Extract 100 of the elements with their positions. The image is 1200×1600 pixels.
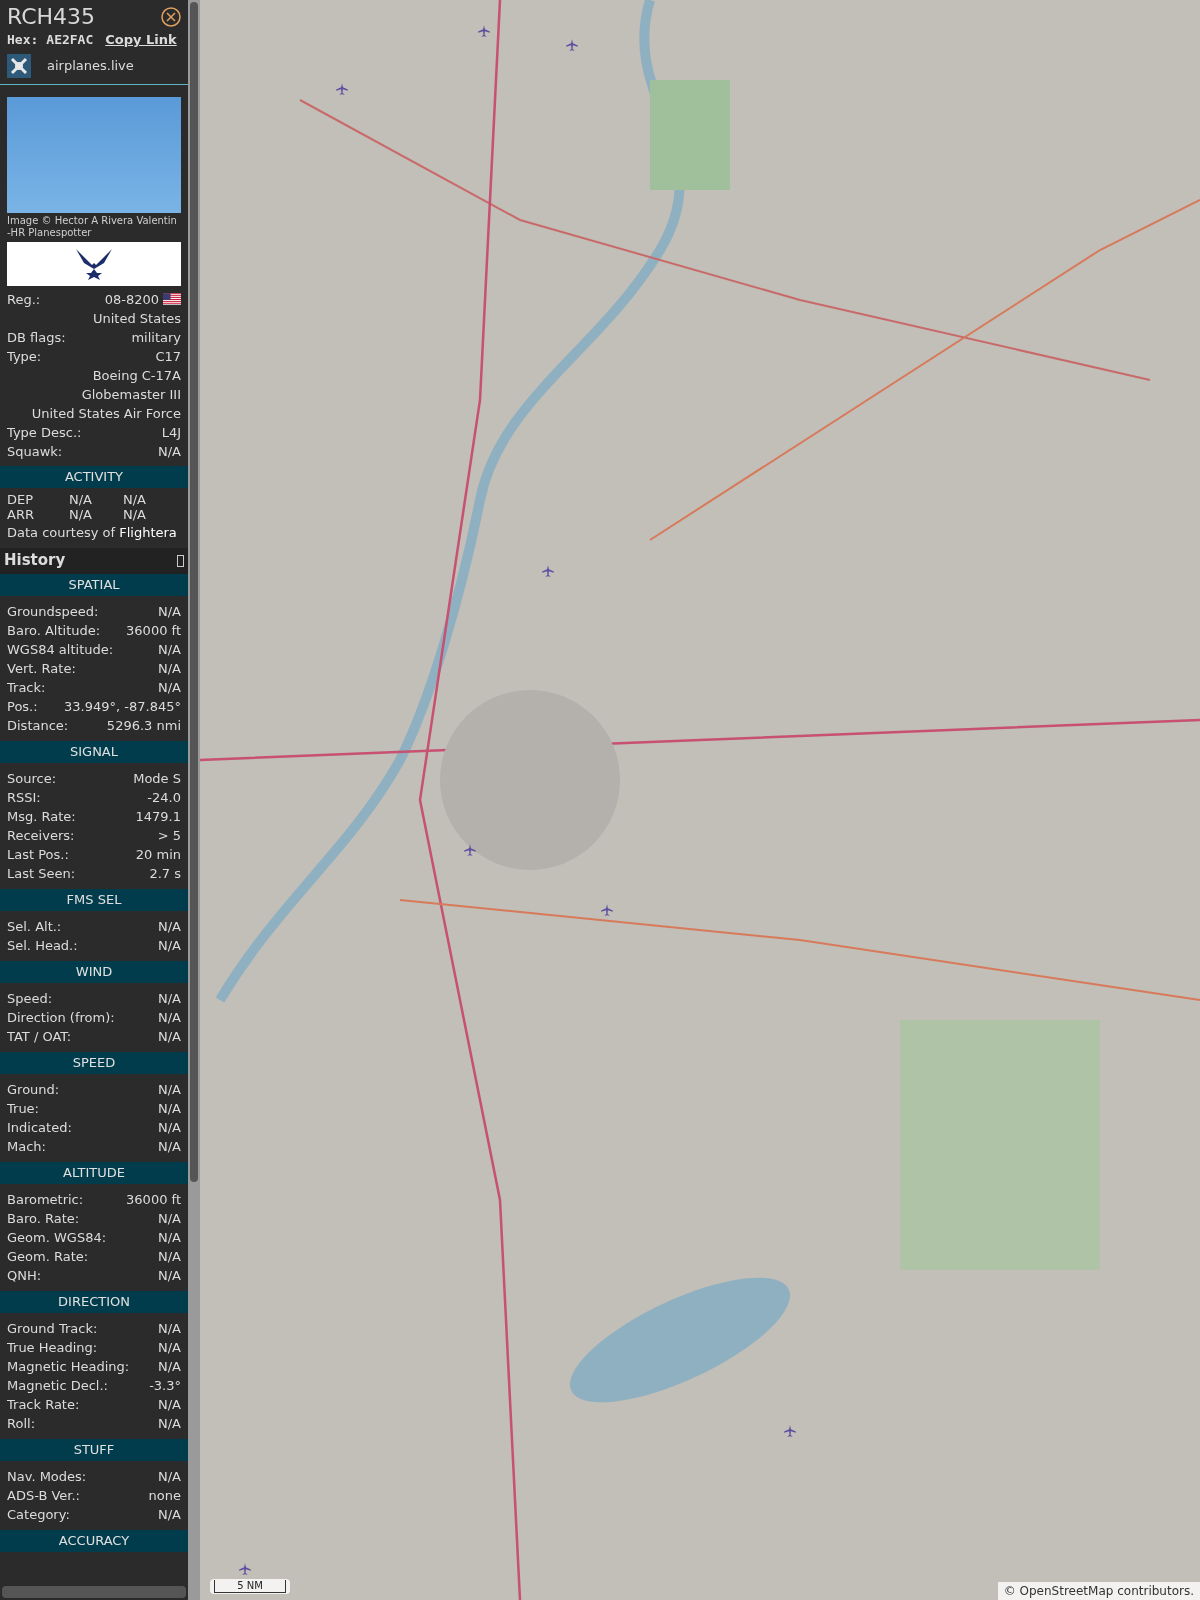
field-value: N/A bbox=[158, 917, 181, 936]
field-value: N/A bbox=[158, 1099, 181, 1118]
copy-link[interactable]: Copy Link bbox=[105, 30, 177, 50]
scale-bar: 5 NM bbox=[210, 1579, 290, 1594]
field-value: N/A bbox=[158, 1319, 181, 1338]
field-label: Indicated: bbox=[7, 1118, 72, 1137]
section-header: DIRECTION bbox=[0, 1290, 188, 1313]
field-label: QNH: bbox=[7, 1266, 42, 1285]
field-value: 5296.3 nmi bbox=[106, 716, 181, 735]
field-label: Geom. WGS84: bbox=[7, 1228, 107, 1247]
field-label: Sel. Alt.: bbox=[7, 917, 62, 936]
field-value: N/A bbox=[158, 1395, 181, 1414]
field-value: N/A bbox=[158, 1357, 181, 1376]
field-label: ADS-B Ver.: bbox=[7, 1486, 80, 1505]
activity-cell-text: N/A bbox=[123, 506, 147, 522]
wings-star-logo-icon bbox=[74, 246, 114, 281]
field-label: TAT / OAT: bbox=[7, 1027, 72, 1046]
field-label: Groundspeed: bbox=[7, 602, 99, 621]
field-value: C17 bbox=[155, 347, 181, 366]
field-label: Last Seen: bbox=[7, 864, 76, 883]
field-label: True: bbox=[7, 1099, 39, 1118]
section-header: ACCURACY bbox=[0, 1529, 188, 1552]
field-value: N/A bbox=[158, 936, 181, 955]
scrollbar-thumb[interactable] bbox=[190, 2, 198, 1182]
field-value: N/A bbox=[158, 640, 181, 659]
field-value: N/A bbox=[158, 1027, 181, 1046]
field-label: Type: bbox=[7, 347, 42, 366]
missing-glyph-icon[interactable] bbox=[177, 554, 184, 567]
field-value: 33.949°, -87.845° bbox=[64, 697, 181, 716]
activity-cell-text: ARR bbox=[7, 506, 35, 522]
field-label: Ground Track: bbox=[7, 1319, 98, 1338]
field-value: Mode S bbox=[133, 769, 181, 788]
field-value: N/A bbox=[158, 1467, 181, 1486]
field-value: N/A bbox=[158, 989, 181, 1008]
airplane-icon[interactable] bbox=[600, 903, 614, 917]
field-value: N/A bbox=[158, 1080, 181, 1099]
section-header: STUFF bbox=[0, 1438, 188, 1461]
field-label: Category: bbox=[7, 1505, 70, 1524]
horizontal-scrollbar[interactable] bbox=[2, 1586, 186, 1598]
field-label: Magnetic Decl.: bbox=[7, 1376, 108, 1395]
section-header: FMS SEL bbox=[0, 888, 188, 911]
section-header: WIND bbox=[0, 960, 188, 983]
airplane-icon[interactable] bbox=[463, 843, 477, 857]
map-attribution: © OpenStreetMap contributors. bbox=[997, 1582, 1200, 1600]
site-link[interactable]: airplanes.live bbox=[47, 55, 134, 76]
field-value: 2.7 s bbox=[149, 864, 181, 883]
field-label: Barometric: bbox=[7, 1190, 84, 1209]
field-value: N/A bbox=[158, 1247, 181, 1266]
field-label: Pos.: bbox=[7, 697, 38, 716]
activity-cell-text: DEP bbox=[7, 491, 35, 507]
history-heading: History bbox=[4, 550, 66, 572]
field-value: N/A bbox=[158, 1209, 181, 1228]
section-header: SIGNAL bbox=[0, 740, 188, 763]
field-value: N/A bbox=[158, 1505, 181, 1524]
airplane-icon[interactable] bbox=[565, 38, 579, 52]
hex-label: Hex: bbox=[7, 31, 39, 49]
field-label: Receivers: bbox=[7, 826, 75, 845]
field-value: 36000 ft bbox=[126, 621, 181, 640]
field-label: Source: bbox=[7, 769, 57, 788]
field-value: N/A bbox=[158, 1228, 181, 1247]
field-label: Distance: bbox=[7, 716, 69, 735]
section-header: ALTITUDE bbox=[0, 1161, 188, 1184]
field-value: United States bbox=[92, 309, 181, 328]
field-label: Ground: bbox=[7, 1080, 60, 1099]
field-value: N/A bbox=[158, 442, 181, 461]
field-value: none bbox=[148, 1486, 181, 1505]
field-label: Vert. Rate: bbox=[7, 659, 76, 678]
field-value: United States Air Force bbox=[31, 404, 181, 423]
field-label: WGS84 altitude: bbox=[7, 640, 114, 659]
field-value: L4J bbox=[161, 423, 181, 442]
field-value: -24.0 bbox=[147, 788, 181, 807]
field-label: Speed: bbox=[7, 989, 53, 1008]
field-label: Type Desc.: bbox=[7, 423, 82, 442]
field-value: 08-8200 bbox=[104, 290, 159, 309]
section-header: SPEED bbox=[0, 1051, 188, 1074]
field-label: Baro. Altitude: bbox=[7, 621, 101, 640]
map-area[interactable]: 5 NM © OpenStreetMap contributors. bbox=[200, 0, 1200, 1600]
field-value: 1479.1 bbox=[135, 807, 181, 826]
field-label: Msg. Rate: bbox=[7, 807, 76, 826]
airplane-icon[interactable] bbox=[783, 1424, 797, 1438]
callsign-title: RCH435 bbox=[7, 4, 96, 30]
field-value: 20 min bbox=[135, 845, 181, 864]
field-value: 36000 ft bbox=[126, 1190, 181, 1209]
section-header: ACTIVITY bbox=[0, 465, 188, 488]
field-label: Magnetic Heading: bbox=[7, 1357, 130, 1376]
field-value: N/A bbox=[158, 1137, 181, 1156]
field-value: N/A bbox=[158, 678, 181, 697]
close-icon[interactable] bbox=[161, 7, 181, 27]
field-label: Direction (from): bbox=[7, 1008, 115, 1027]
airplane-icon[interactable] bbox=[335, 82, 349, 96]
airplane-icon[interactable] bbox=[238, 1562, 252, 1576]
field-label: Track Rate: bbox=[7, 1395, 80, 1414]
site-logo-icon[interactable] bbox=[7, 53, 31, 78]
field-label: Sel. Head.: bbox=[7, 936, 78, 955]
airplane-icon[interactable] bbox=[541, 564, 555, 578]
field-value: -3.3° bbox=[149, 1376, 181, 1395]
field-value: N/A bbox=[158, 1266, 181, 1285]
activity-cell-text: N/A bbox=[69, 506, 93, 522]
activity-cell-text: N/A bbox=[123, 491, 147, 507]
airplane-icon[interactable] bbox=[477, 24, 491, 38]
